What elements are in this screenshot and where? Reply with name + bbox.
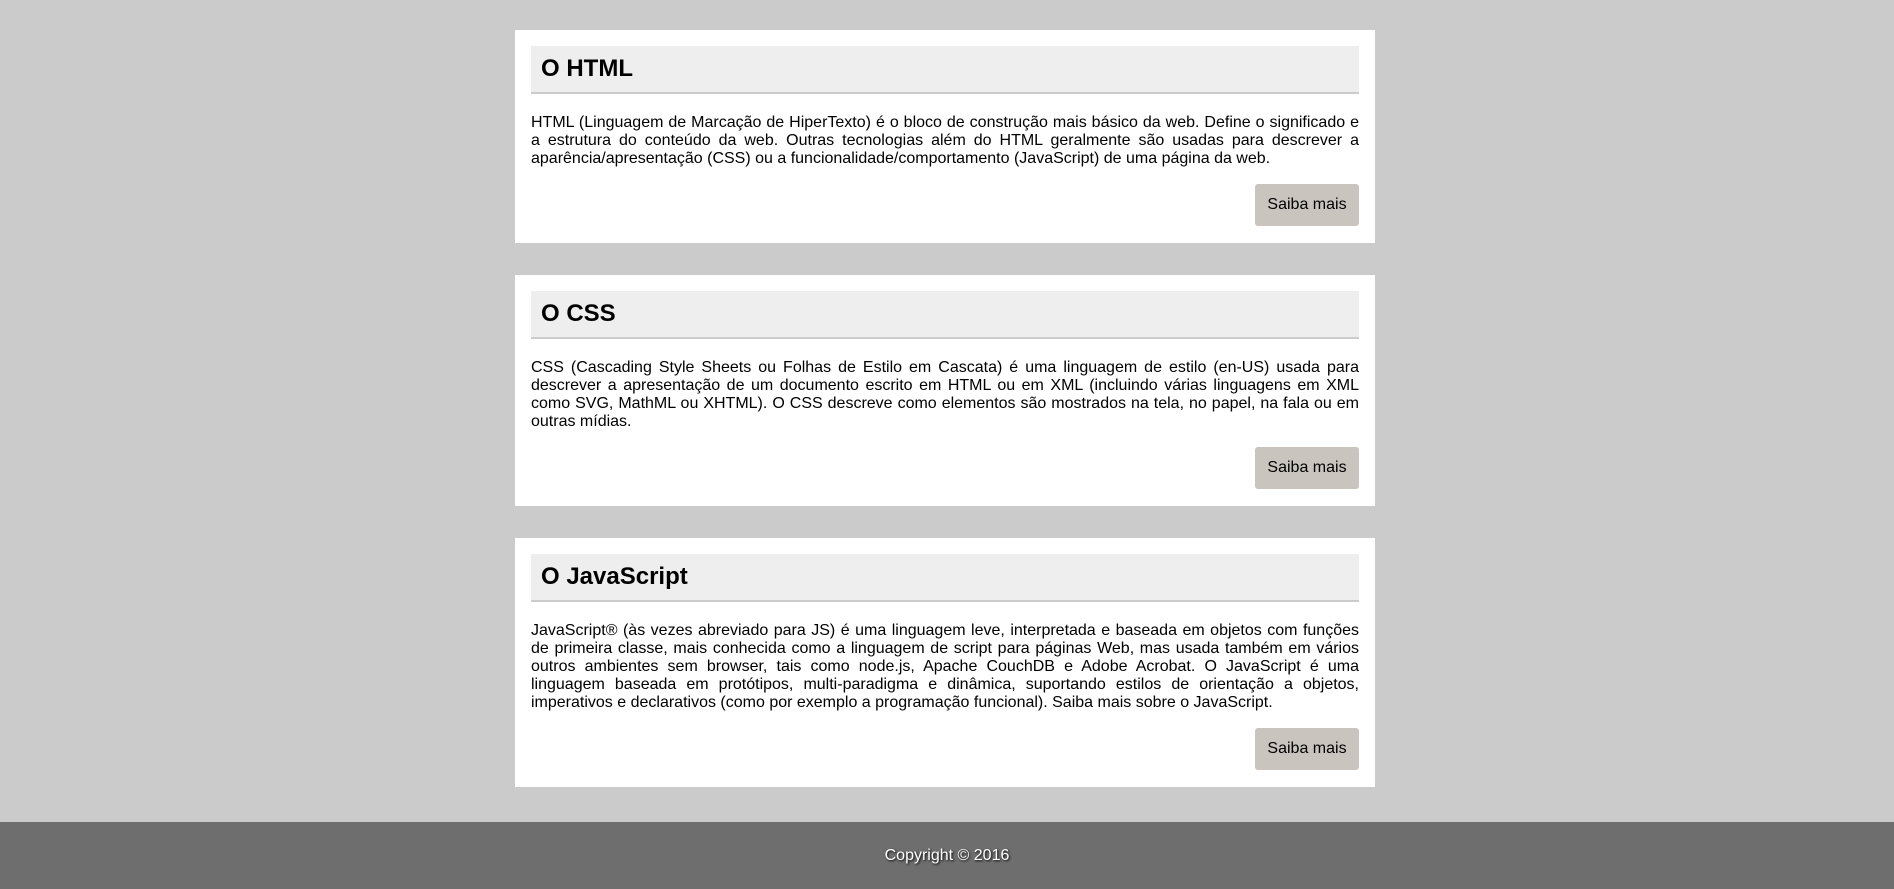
card-text: CSS (Cascading Style Sheets ou Folhas de…	[531, 359, 1359, 430]
card-header: O HTML	[531, 46, 1359, 94]
card-title: O HTML	[541, 55, 633, 82]
saiba-mais-button[interactable]: Saiba mais	[1255, 447, 1359, 489]
card-title: O JavaScript	[541, 563, 688, 590]
saiba-mais-button[interactable]: Saiba mais	[1255, 728, 1359, 770]
copyright-text: Copyright © 2016	[884, 846, 1010, 864]
footer: Copyright © 2016	[0, 822, 1894, 889]
card-text: HTML (Linguagem de Marcação de HiperText…	[531, 114, 1359, 167]
card-title: O CSS	[541, 300, 616, 327]
card-actions: Saiba mais	[531, 728, 1359, 770]
card-text: JavaScript® (às vezes abreviado para JS)…	[531, 622, 1359, 711]
card-header: O JavaScript	[531, 554, 1359, 602]
card-actions: Saiba mais	[531, 447, 1359, 489]
card-header: O CSS	[531, 291, 1359, 339]
card-css: O CSS CSS (Cascading Style Sheets ou Fol…	[515, 275, 1375, 506]
main-content: O HTML HTML (Linguagem de Marcação de Hi…	[515, 30, 1375, 819]
card-html: O HTML HTML (Linguagem de Marcação de Hi…	[515, 30, 1375, 243]
card-actions: Saiba mais	[531, 184, 1359, 226]
card-javascript: O JavaScript JavaScript® (às vezes abrev…	[515, 538, 1375, 787]
saiba-mais-button[interactable]: Saiba mais	[1255, 184, 1359, 226]
